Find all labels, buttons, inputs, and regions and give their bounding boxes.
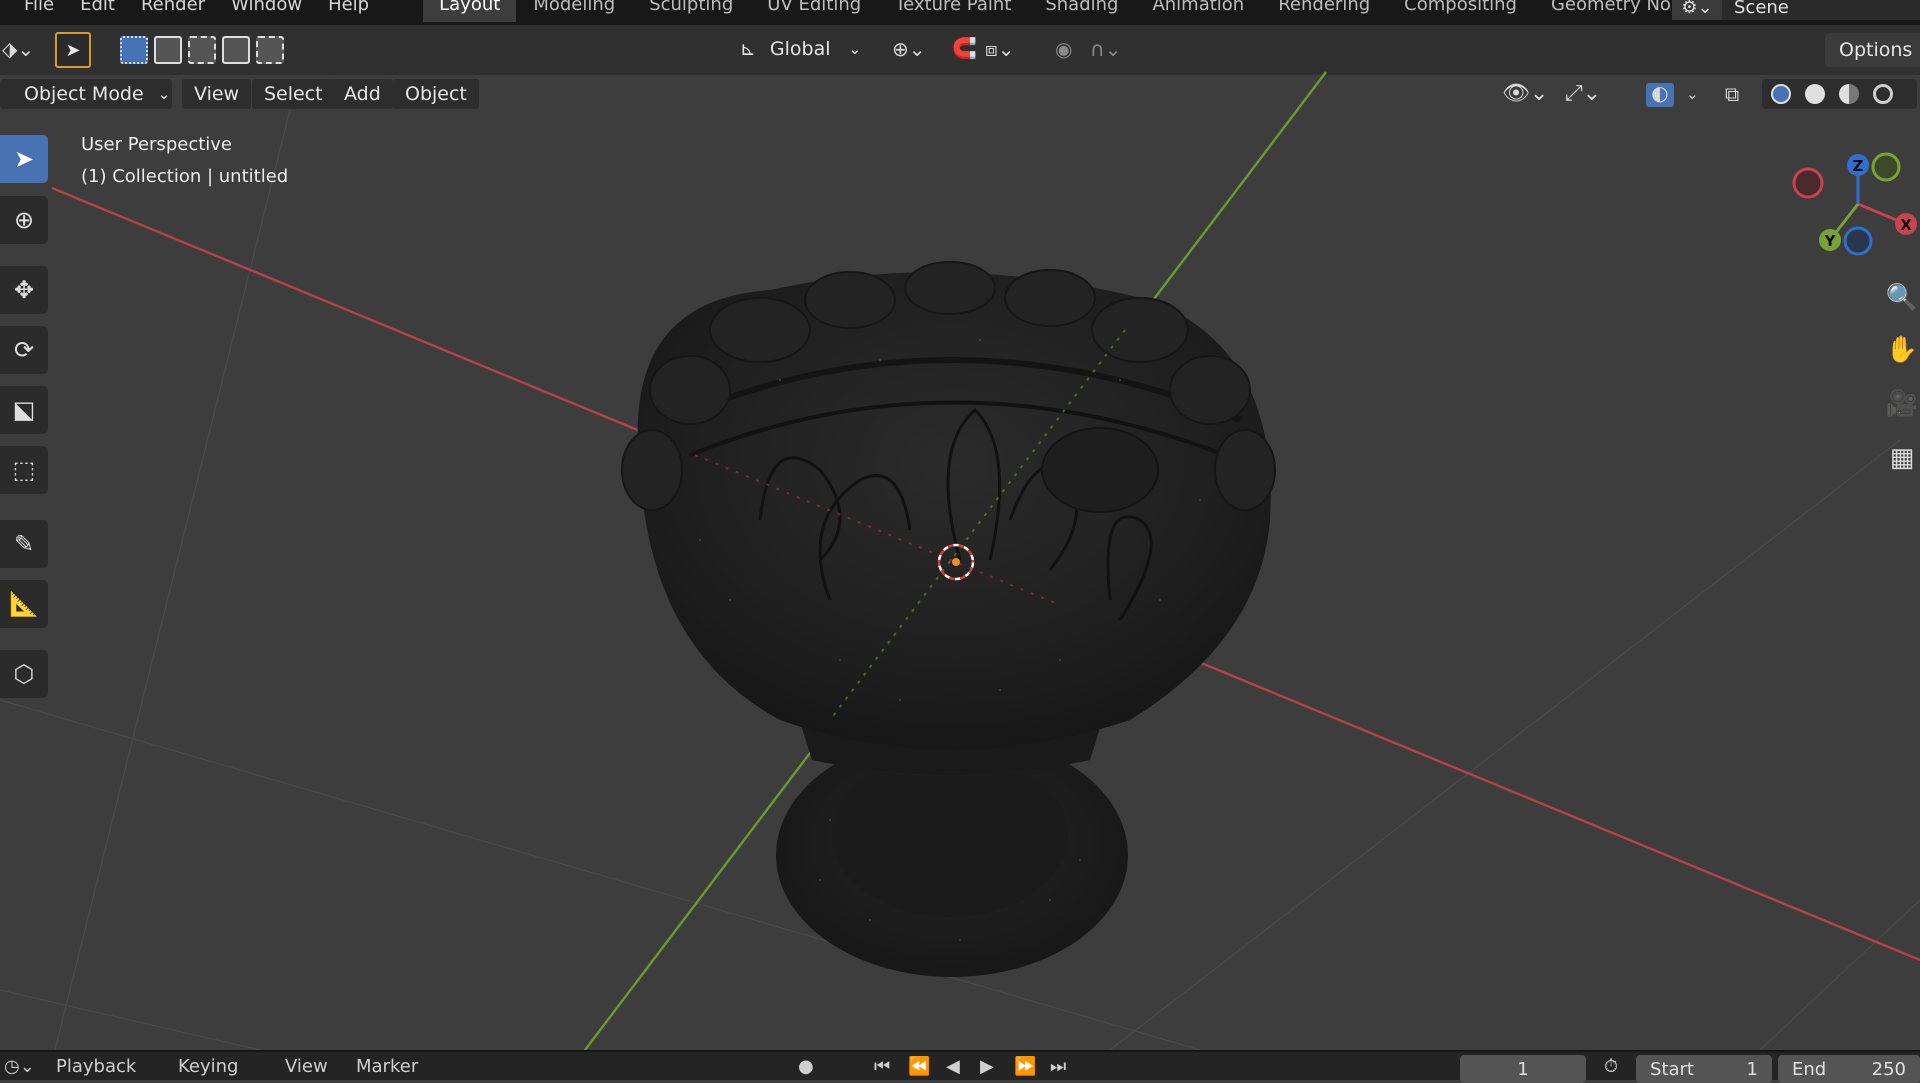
- menu-timeline-view[interactable]: View: [285, 1056, 328, 1077]
- transform-tool-icon[interactable]: ⬚: [0, 446, 48, 494]
- scale-tool-icon[interactable]: ⬕: [0, 386, 48, 434]
- annotate-tool-icon[interactable]: ✎: [0, 520, 48, 568]
- perspective-label: User Perspective: [81, 134, 232, 155]
- overlays-dropdown-icon[interactable]: ⌄: [1686, 84, 1699, 104]
- cursor-tool-icon[interactable]: ⊕: [0, 196, 48, 244]
- wireframe-shading-icon[interactable]: [1771, 84, 1791, 104]
- xray-icon[interactable]: ⧉: [1725, 84, 1739, 104]
- end-value: 250: [1871, 1058, 1906, 1080]
- menu-marker[interactable]: Marker: [356, 1056, 418, 1077]
- timeline-header: ◷⌄ Playback Keying View Marker ● ⏮ ⏪ ◀ ▶…: [0, 1050, 1920, 1083]
- material-shading-icon[interactable]: [1839, 84, 1859, 104]
- rendered-shading-icon[interactable]: [1873, 84, 1893, 104]
- object-mode-dropdown[interactable]: Object Mode ⌄: [0, 79, 172, 109]
- current-frame-value: 1: [1517, 1058, 1529, 1080]
- overlays-icon[interactable]: ◐: [1646, 83, 1674, 107]
- start-frame-field[interactable]: Start 1: [1636, 1055, 1772, 1083]
- start-label: Start: [1650, 1058, 1694, 1080]
- rotate-tool-icon[interactable]: ⟳: [0, 326, 48, 374]
- current-frame-field[interactable]: 1: [1460, 1055, 1586, 1083]
- visibility-icon[interactable]: 👁⌄: [1502, 83, 1548, 105]
- menu-keying[interactable]: Keying: [178, 1056, 238, 1077]
- solid-shading-icon[interactable]: [1805, 84, 1825, 104]
- chevron-down-icon: ⌄: [157, 85, 171, 103]
- orthographic-grid-icon[interactable]: ▦: [1882, 438, 1920, 478]
- next-keyframe-icon[interactable]: ⏩: [1014, 1056, 1036, 1077]
- stopwatch-icon[interactable]: ⏱: [1604, 1056, 1618, 1077]
- jump-start-icon[interactable]: ⏮: [874, 1056, 890, 1077]
- pan-hand-icon[interactable]: ✋: [1882, 330, 1920, 370]
- menu-select[interactable]: Select: [252, 79, 335, 109]
- gizmo-x-label: X: [1900, 216, 1912, 234]
- play-reverse-icon[interactable]: ◀: [946, 1056, 960, 1077]
- zoom-icon[interactable]: 🔍: [1882, 278, 1920, 318]
- viewport-header: Object Mode ⌄ View Select Add Object 👁⌄ …: [0, 75, 1920, 113]
- navigation-gizmo[interactable]: Z X Y: [1792, 152, 1917, 256]
- menu-view[interactable]: View: [182, 79, 252, 109]
- end-frame-field[interactable]: End 250: [1778, 1055, 1920, 1083]
- urn-mesh[interactable]: [621, 261, 1276, 977]
- start-value: 1: [1746, 1058, 1758, 1080]
- menu-add[interactable]: Add: [332, 79, 393, 109]
- menu-playback[interactable]: Playback: [56, 1056, 136, 1077]
- measure-tool-icon[interactable]: 📐: [0, 580, 48, 628]
- timeline-editor-icon[interactable]: ◷⌄: [4, 1056, 35, 1077]
- mode-label: Object Mode: [24, 83, 144, 105]
- gizmo-y-label: Y: [1824, 232, 1837, 250]
- gizmo-toggle-icon[interactable]: ⤢⌄: [1565, 83, 1602, 105]
- camera-view-icon[interactable]: 🎥: [1882, 384, 1920, 424]
- add-cube-tool-icon[interactable]: ⬡: [0, 650, 48, 698]
- select-box-tool-icon[interactable]: ➤: [0, 135, 48, 183]
- left-toolbar: ➤ ⊕ ✥ ⟳ ⬕ ⬚ ✎ 📐 ⬡: [0, 130, 50, 710]
- record-icon[interactable]: ●: [798, 1056, 814, 1077]
- prev-keyframe-icon[interactable]: ⏪: [908, 1056, 930, 1077]
- collection-label: (1) Collection | untitled: [81, 166, 289, 187]
- viewport-canvas[interactable]: Z X Y: [0, 0, 1920, 1080]
- gizmo-z-label: Z: [1853, 157, 1864, 175]
- menu-object[interactable]: Object: [393, 79, 479, 109]
- end-label: End: [1792, 1058, 1827, 1080]
- move-tool-icon[interactable]: ✥: [0, 266, 48, 314]
- shading-mode-group: [1762, 79, 1917, 109]
- play-icon[interactable]: ▶: [980, 1056, 994, 1077]
- jump-end-icon[interactable]: ⏭: [1050, 1056, 1066, 1077]
